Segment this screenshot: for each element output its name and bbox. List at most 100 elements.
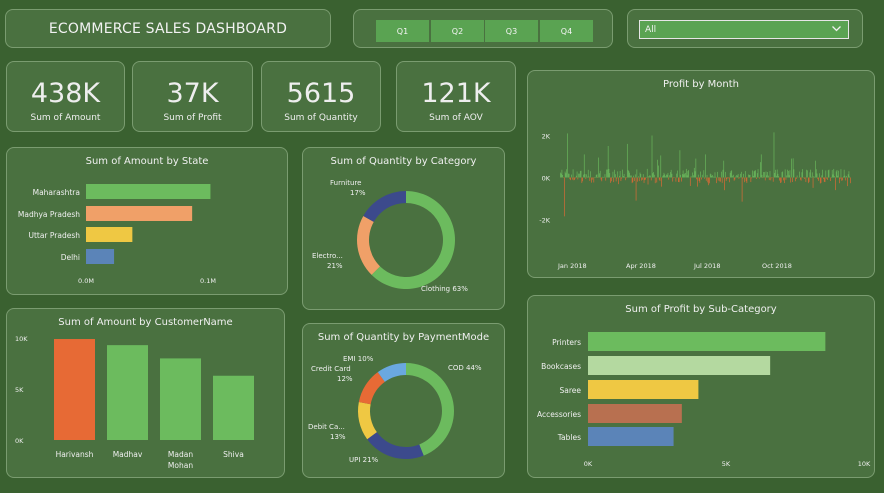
bar	[795, 177, 797, 179]
bar	[731, 170, 733, 178]
bar	[748, 174, 750, 178]
bar	[688, 170, 689, 178]
bar	[828, 169, 830, 178]
kpi-label: Sum of Amount	[30, 113, 101, 123]
bar	[800, 177, 802, 181]
bar	[771, 177, 772, 179]
bar	[639, 172, 641, 178]
bar	[640, 174, 642, 178]
kpi-value: 121K	[421, 78, 491, 109]
bar	[812, 177, 814, 188]
bar	[583, 154, 585, 178]
bar	[619, 170, 621, 178]
bar	[615, 174, 616, 178]
bar	[644, 177, 646, 181]
bar	[788, 175, 790, 178]
bar	[751, 177, 752, 179]
bar	[581, 177, 583, 183]
bar	[585, 177, 587, 180]
bar	[625, 177, 627, 181]
bar	[588, 380, 699, 399]
bar	[626, 177, 627, 179]
bar	[213, 375, 254, 440]
bar	[682, 170, 684, 178]
bar	[590, 171, 591, 178]
bar	[566, 169, 568, 178]
quarter-button-q2[interactable]: Q2	[431, 20, 484, 42]
bar	[705, 154, 706, 178]
bar	[665, 176, 666, 178]
bar	[781, 172, 783, 178]
bar-label: Madan	[168, 450, 193, 459]
slice-percent: 21%	[327, 262, 343, 270]
bar	[630, 175, 631, 178]
y-tick-label: -2K	[539, 217, 550, 225]
bar-label: Madhya Pradesh	[18, 210, 80, 219]
bar	[718, 176, 720, 178]
bar	[567, 133, 568, 178]
bar	[711, 176, 713, 178]
dashboard-title: ECOMMERCE SALES DASHBOARD	[48, 20, 288, 37]
bar	[568, 173, 570, 178]
bar	[761, 174, 763, 178]
bar	[562, 174, 564, 178]
kpi-card-aov: 121K Sum of AOV	[396, 61, 516, 132]
bar	[765, 171, 767, 178]
quarter-button-q3[interactable]: Q3	[485, 20, 538, 42]
bar	[741, 177, 743, 202]
bar	[745, 177, 747, 182]
bar	[753, 171, 755, 178]
quarter-button-q1[interactable]: Q1	[376, 20, 429, 42]
slice-label: Credit Card	[311, 365, 351, 373]
bar	[685, 172, 686, 178]
profit-month-chart-panel: Profit by Month 2K 0K -2K Jan 2018 Apr 2018 J…	[527, 70, 875, 278]
bar	[569, 177, 571, 180]
bar	[846, 175, 847, 178]
bar	[576, 171, 578, 178]
bar	[617, 171, 619, 178]
bar	[611, 176, 613, 178]
kpi-card-profit: 37K Sum of Profit	[132, 61, 253, 132]
bar	[831, 170, 833, 178]
kpi-label: Sum of Quantity	[284, 113, 358, 123]
bar	[717, 177, 719, 181]
bar	[785, 177, 787, 180]
bar	[762, 177, 764, 179]
bar	[658, 165, 659, 178]
bar	[795, 177, 796, 182]
bar	[679, 150, 681, 178]
bar	[620, 177, 622, 182]
bar	[817, 177, 819, 180]
bar	[695, 158, 697, 178]
bar	[830, 177, 831, 182]
bar	[107, 345, 148, 440]
bar	[832, 174, 834, 178]
bar	[699, 177, 701, 183]
bar	[633, 175, 634, 178]
chevron-down-icon	[832, 26, 841, 32]
category-quantity-chart-panel: Sum of Quantity by Category Clothing 63%…	[302, 147, 505, 310]
donut-slice	[406, 363, 454, 456]
bar	[754, 170, 756, 178]
bar	[610, 177, 611, 183]
bar	[587, 169, 589, 178]
bar	[595, 174, 597, 178]
bar	[720, 177, 721, 182]
bar	[626, 143, 628, 178]
bar	[703, 170, 705, 178]
bar	[677, 170, 678, 178]
bar	[789, 170, 791, 178]
filter-dropdown[interactable]: All	[639, 20, 849, 39]
bar	[839, 177, 840, 184]
bar	[744, 177, 745, 183]
bar	[681, 174, 683, 178]
bar	[666, 174, 668, 178]
bar	[588, 332, 826, 351]
slice-percent: 17%	[350, 189, 366, 197]
donut-slice	[357, 215, 381, 275]
quarter-button-q4[interactable]: Q4	[540, 20, 593, 42]
bar	[721, 177, 723, 183]
bar	[668, 177, 670, 180]
customer-amount-chart: 10K 5K 0K Harivansh Madhav Madan Mohan Shiva	[15, 335, 254, 470]
bar	[611, 177, 612, 182]
